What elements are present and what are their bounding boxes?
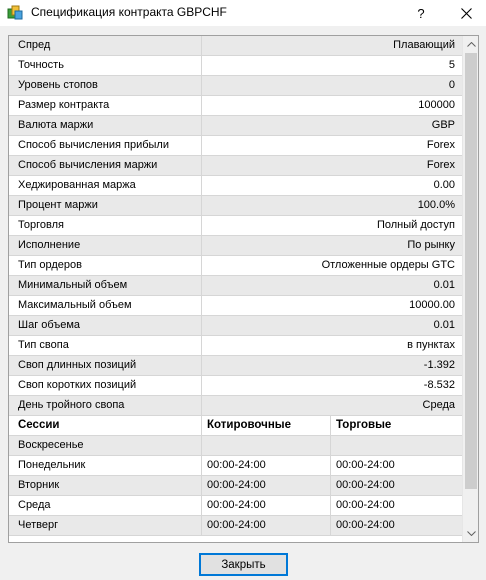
property-row[interactable]: Спред Плавающий: [9, 36, 462, 56]
specification-panel: Спред Плавающий Точность 5 Уровень стопов 0 Ра…: [8, 35, 479, 543]
property-name: Точность: [9, 56, 202, 75]
scroll-up-icon: [466, 42, 476, 47]
sessions-header-row: Сессии Котировочные Торговые: [9, 416, 462, 436]
property-name: Хеджированная маржа: [9, 176, 202, 195]
session-row[interactable]: Понедельник 00:00-24:00 00:00-24:00: [9, 456, 462, 476]
property-row[interactable]: Своп длинных позиций -1.392: [9, 356, 462, 376]
session-row[interactable]: Вторник 00:00-24:00 00:00-24:00: [9, 476, 462, 496]
property-name: Торговля: [9, 216, 202, 235]
scroll-down-icon: [466, 531, 476, 536]
scroll-up-button[interactable]: [463, 36, 478, 53]
close-icon: [460, 7, 472, 19]
quote-session: 00:00-24:00: [202, 496, 331, 515]
property-value: 5: [448, 59, 455, 71]
window-title: Спецификация контракта GBPCHF: [31, 5, 227, 19]
trade-sessions-header: Торговые: [336, 419, 392, 431]
title-bar: Спецификация контракта GBPCHF ?: [0, 0, 486, 26]
session-rows: Воскресенье Понедельник 00:00-24:00 00:00-2…: [9, 436, 462, 536]
trade-session: 00:00-24:00: [336, 519, 395, 531]
help-button[interactable]: ?: [404, 0, 438, 26]
property-name: Спред: [9, 36, 202, 55]
property-row[interactable]: Тип ордеров Отложенные ордеры GTC: [9, 256, 462, 276]
property-value: Forex: [426, 159, 455, 171]
property-value: 100.0%: [417, 199, 455, 211]
trade-session: 00:00-24:00: [336, 459, 395, 471]
quote-sessions-header: Котировочные: [202, 416, 331, 435]
close-window-button[interactable]: [446, 0, 486, 26]
session-day: Среда: [9, 496, 202, 515]
property-value: -8.532: [423, 379, 455, 391]
trade-session: 00:00-24:00: [336, 499, 395, 511]
scroll-thumb[interactable]: [465, 53, 477, 489]
session-day: Четверг: [9, 516, 202, 535]
property-row[interactable]: Торговля Полный доступ: [9, 216, 462, 236]
property-name: Максимальный объем: [9, 296, 202, 315]
app-icon: [7, 5, 23, 20]
property-value: GBP: [431, 119, 455, 131]
trade-session: 00:00-24:00: [336, 479, 395, 491]
quote-session: 00:00-24:00: [202, 516, 331, 535]
property-value: 10000.00: [409, 299, 455, 311]
session-row[interactable]: Воскресенье: [9, 436, 462, 456]
specification-grid: Спред Плавающий Точность 5 Уровень стопов 0 Ра…: [9, 36, 462, 536]
session-day: Воскресенье: [9, 436, 202, 455]
property-value: -1.392: [423, 359, 455, 371]
property-name: Способ вычисления маржи: [9, 156, 202, 175]
session-row[interactable]: Среда 00:00-24:00 00:00-24:00: [9, 496, 462, 516]
property-value: 0.01: [433, 319, 455, 331]
vertical-scrollbar[interactable]: [462, 36, 478, 542]
property-row[interactable]: Тип свопа в пунктах: [9, 336, 462, 356]
scroll-down-button[interactable]: [463, 525, 478, 542]
quote-session: [202, 436, 331, 455]
session-day: Вторник: [9, 476, 202, 495]
property-row[interactable]: Минимальный объем 0.01: [9, 276, 462, 296]
property-row[interactable]: Исполнение По рынку: [9, 236, 462, 256]
property-row[interactable]: Хеджированная маржа 0.00: [9, 176, 462, 196]
session-day: Понедельник: [9, 456, 202, 475]
trade-session: [331, 436, 462, 455]
help-label: ?: [417, 5, 425, 21]
close-button[interactable]: Закрыть: [199, 553, 288, 576]
property-value: 100000: [418, 99, 455, 111]
property-value: в пунктах: [407, 339, 455, 351]
property-row[interactable]: Уровень стопов 0: [9, 76, 462, 96]
sessions-header: Сессии: [9, 416, 202, 435]
property-row[interactable]: Размер контракта 100000: [9, 96, 462, 116]
property-value: 0.01: [433, 279, 455, 291]
property-name: День тройного свопа: [9, 396, 202, 415]
property-row[interactable]: Способ вычисления прибыли Forex: [9, 136, 462, 156]
property-row[interactable]: Валюта маржи GBP: [9, 116, 462, 136]
quote-session: 00:00-24:00: [202, 476, 331, 495]
property-rows: Спред Плавающий Точность 5 Уровень стопов 0 Ра…: [9, 36, 462, 416]
property-name: Тип свопа: [9, 336, 202, 355]
property-value: По рынку: [407, 239, 455, 251]
property-name: Своп коротких позиций: [9, 376, 202, 395]
property-name: Минимальный объем: [9, 276, 202, 295]
session-row[interactable]: Четверг 00:00-24:00 00:00-24:00: [9, 516, 462, 536]
quote-session: 00:00-24:00: [202, 456, 331, 475]
property-name: Своп длинных позиций: [9, 356, 202, 375]
property-row[interactable]: Процент маржи 100.0%: [9, 196, 462, 216]
property-value: Полный доступ: [376, 219, 455, 231]
property-value: 0.00: [433, 179, 455, 191]
property-value: Среда: [422, 399, 455, 411]
property-name: Уровень стопов: [9, 76, 202, 95]
property-row[interactable]: Точность 5: [9, 56, 462, 76]
property-name: Размер контракта: [9, 96, 202, 115]
property-value: Плавающий: [393, 39, 455, 51]
property-value: Отложенные ордеры GTC: [321, 259, 455, 271]
property-row[interactable]: Способ вычисления маржи Forex: [9, 156, 462, 176]
property-row[interactable]: Шаг объема 0.01: [9, 316, 462, 336]
property-value: Forex: [426, 139, 455, 151]
property-name: Способ вычисления прибыли: [9, 136, 202, 155]
property-value: 0: [448, 79, 455, 91]
property-name: Исполнение: [9, 236, 202, 255]
property-row[interactable]: Своп коротких позиций -8.532: [9, 376, 462, 396]
property-name: Шаг объема: [9, 316, 202, 335]
property-name: Тип ордеров: [9, 256, 202, 275]
property-row[interactable]: День тройного свопа Среда: [9, 396, 462, 416]
property-name: Процент маржи: [9, 196, 202, 215]
property-row[interactable]: Максимальный объем 10000.00: [9, 296, 462, 316]
property-name: Валюта маржи: [9, 116, 202, 135]
